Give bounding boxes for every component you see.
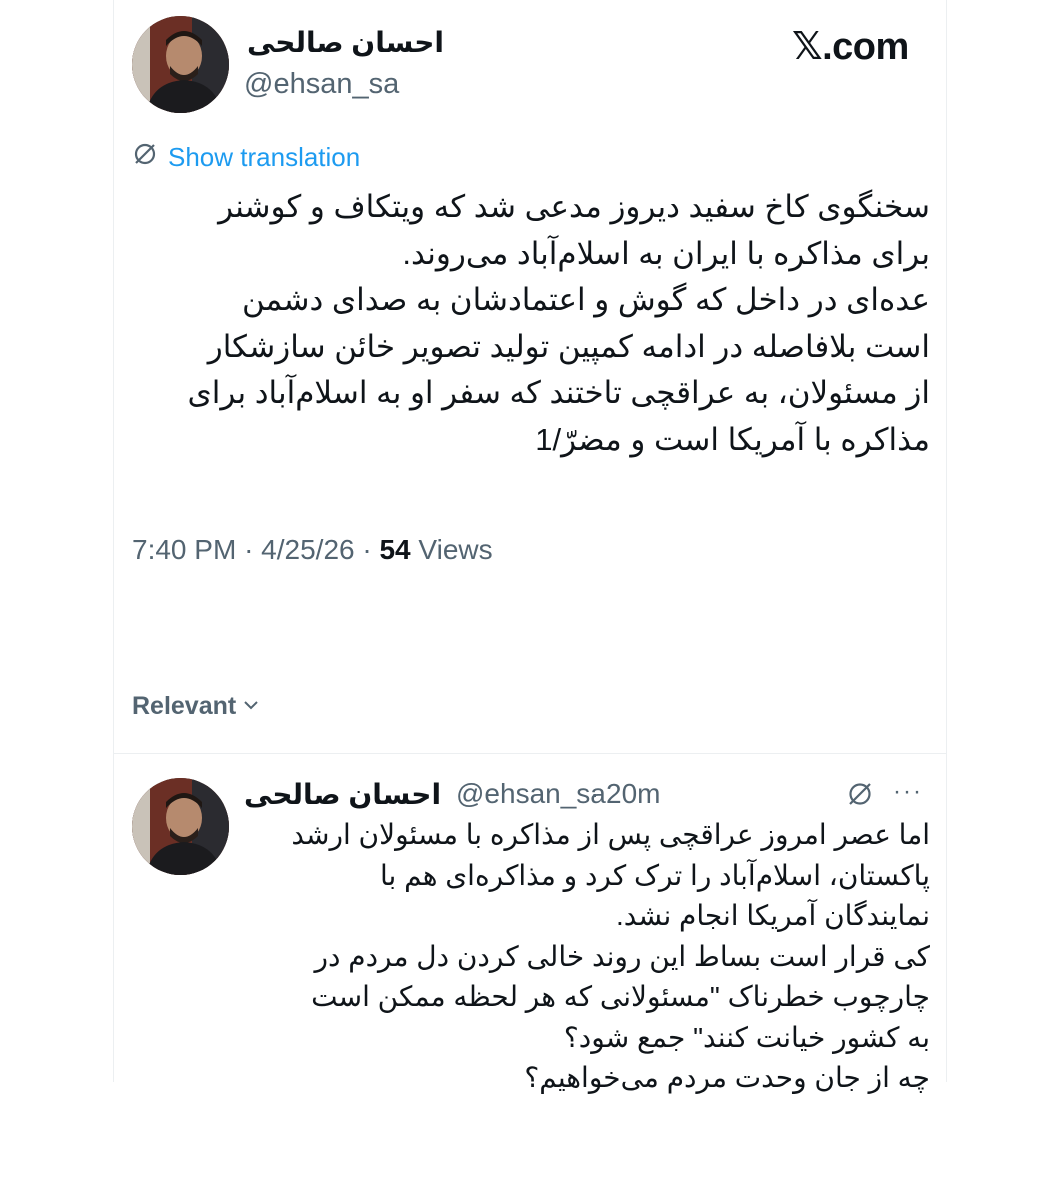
reply-time[interactable]: 20m — [606, 778, 660, 810]
tweet-line: برای مذاکره با ایران به اسلام‌آباد می‌رو… — [402, 235, 930, 271]
author-handle[interactable]: @ehsan_sa — [244, 68, 399, 101]
tweet-text: سخنگوی کاخ سفید دیروز مدعی شد که ویتکاف … — [132, 184, 931, 463]
reply-author-name[interactable]: احسان صالحی — [244, 778, 441, 811]
views-label: Views — [418, 534, 493, 565]
x-com-logo: 𝕏.com — [792, 26, 909, 68]
reply-author-avatar[interactable] — [132, 778, 229, 875]
tweet-line: مذاکره با آمریکا است و مضرّ/1 — [535, 421, 930, 457]
tweet-line: عده‌ای در داخل که گوش و اعتمادشان به صدا… — [241, 282, 930, 317]
tweet-line: سخنگوی کاخ سفید دیروز مدعی شد که ویتکاف … — [218, 189, 930, 224]
show-translation-label: Show translation — [168, 142, 361, 172]
reply-line: نمایندگان آمریکا انجام نشد. — [616, 900, 930, 931]
show-translation-link[interactable]: Show translation — [132, 141, 360, 174]
reply-line: پاکستان، اسلام‌آباد را ترک کرد و مذاکره‌… — [379, 859, 930, 891]
tweet-line: است بلافاصله در ادامه کمپین تولید تصویر … — [207, 328, 930, 364]
reply-separator: · — [590, 778, 600, 809]
author-name[interactable]: احسان صالحی — [244, 26, 444, 59]
author-avatar[interactable] — [132, 16, 229, 113]
tweet-date[interactable]: 4/25/26 — [261, 534, 354, 565]
reply-line: اما عصر امروز عراقچی پس از مذاکره با مسئ… — [291, 819, 930, 850]
reply-line: چه از جان وحدت مردم می‌خواهیم؟ — [524, 1062, 930, 1093]
tweet-line: از مسئولان، به عراقچی تاختند که سفر او ب… — [187, 375, 931, 410]
meta-separator: · — [362, 534, 372, 565]
translate-icon — [132, 141, 158, 174]
divider — [113, 753, 946, 754]
replies-sort-dropdown[interactable]: Relevant — [132, 692, 260, 721]
reply-line: به کشور خیانت کنند" جمع شود؟ — [563, 1021, 930, 1053]
chevron-down-icon — [242, 692, 260, 721]
reply-header: احسان صالحی @ehsan_sa · 20m — [244, 778, 714, 818]
tweet-meta: 7:40 PM · 4/25/26 · 54 Views — [132, 534, 493, 566]
translate-icon[interactable] — [846, 780, 874, 813]
replies-sort-label: Relevant — [132, 692, 237, 720]
more-options-button[interactable]: ··· — [893, 778, 923, 806]
reply-text: اما عصر امروز عراقچی پس از مذاکره با مسئ… — [240, 815, 930, 1099]
reply-line: چارچوب خطرناک "مسئولانی که هر لحظه ممکن … — [311, 981, 930, 1012]
reply-author-handle[interactable]: @ehsan_sa — [456, 778, 606, 810]
reply-line: کی قرار است بساط این روند خالی کردن دل م… — [314, 940, 930, 972]
tweet-time[interactable]: 7:40 PM — [132, 534, 236, 565]
views-count: 54 — [379, 534, 411, 565]
meta-separator: · — [244, 534, 254, 565]
